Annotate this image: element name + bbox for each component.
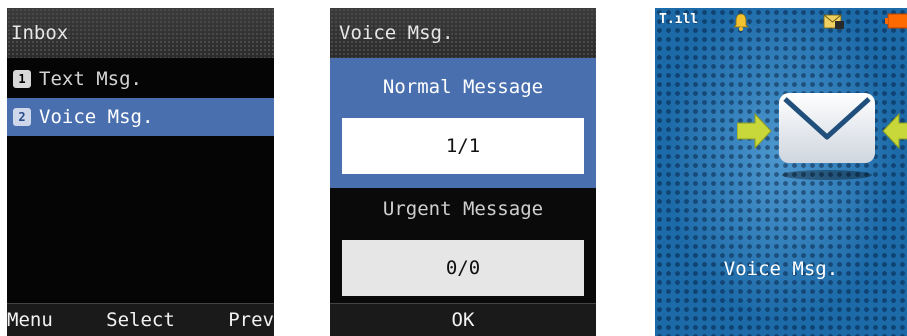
voice-msg-caption: Voice Msg. (723, 258, 839, 280)
voice-msg-notification-screen: T.ıll Voice Msg. (655, 8, 907, 336)
normal-message-section[interactable]: Normal Message 1/1 (330, 58, 596, 188)
urgent-message-label: Urgent Message (382, 198, 544, 220)
message-icon (823, 12, 845, 34)
menu-item-voice-msg[interactable]: 2 Voice Msg. (7, 98, 274, 136)
ok-softkey[interactable]: OK (330, 304, 596, 336)
voice-msg-screen: Voice Msg. Normal Message 1/1 Urgent Mes… (330, 8, 596, 336)
number-badge: 2 (13, 108, 31, 126)
prev-softkey[interactable]: Prev (228, 304, 274, 336)
softkey-bar: Menu Select Prev (7, 303, 274, 336)
inbox-screen: Inbox 1 Text Msg. 2 Voice Msg. Menu Sele… (7, 8, 274, 336)
menu-item-label: Text Msg. (39, 68, 142, 90)
normal-message-count: 1/1 (342, 118, 584, 174)
number-badge: 1 (13, 70, 31, 88)
signal-icon: T.ıll (659, 12, 699, 27)
battery-icon (885, 12, 907, 34)
inbox-title: Inbox (7, 8, 274, 58)
menu-item-text-msg[interactable]: 1 Text Msg. (7, 60, 274, 98)
bell-icon (731, 12, 751, 36)
normal-message-label: Normal Message (382, 76, 544, 98)
softkey-bar: OK (330, 303, 596, 336)
envelope-icon (736, 93, 907, 207)
status-bar: T.ıll (655, 8, 907, 38)
voice-msg-title: Voice Msg. (330, 8, 596, 58)
menu-item-label: Voice Msg. (39, 106, 154, 128)
urgent-message-count[interactable]: 0/0 (342, 240, 584, 296)
